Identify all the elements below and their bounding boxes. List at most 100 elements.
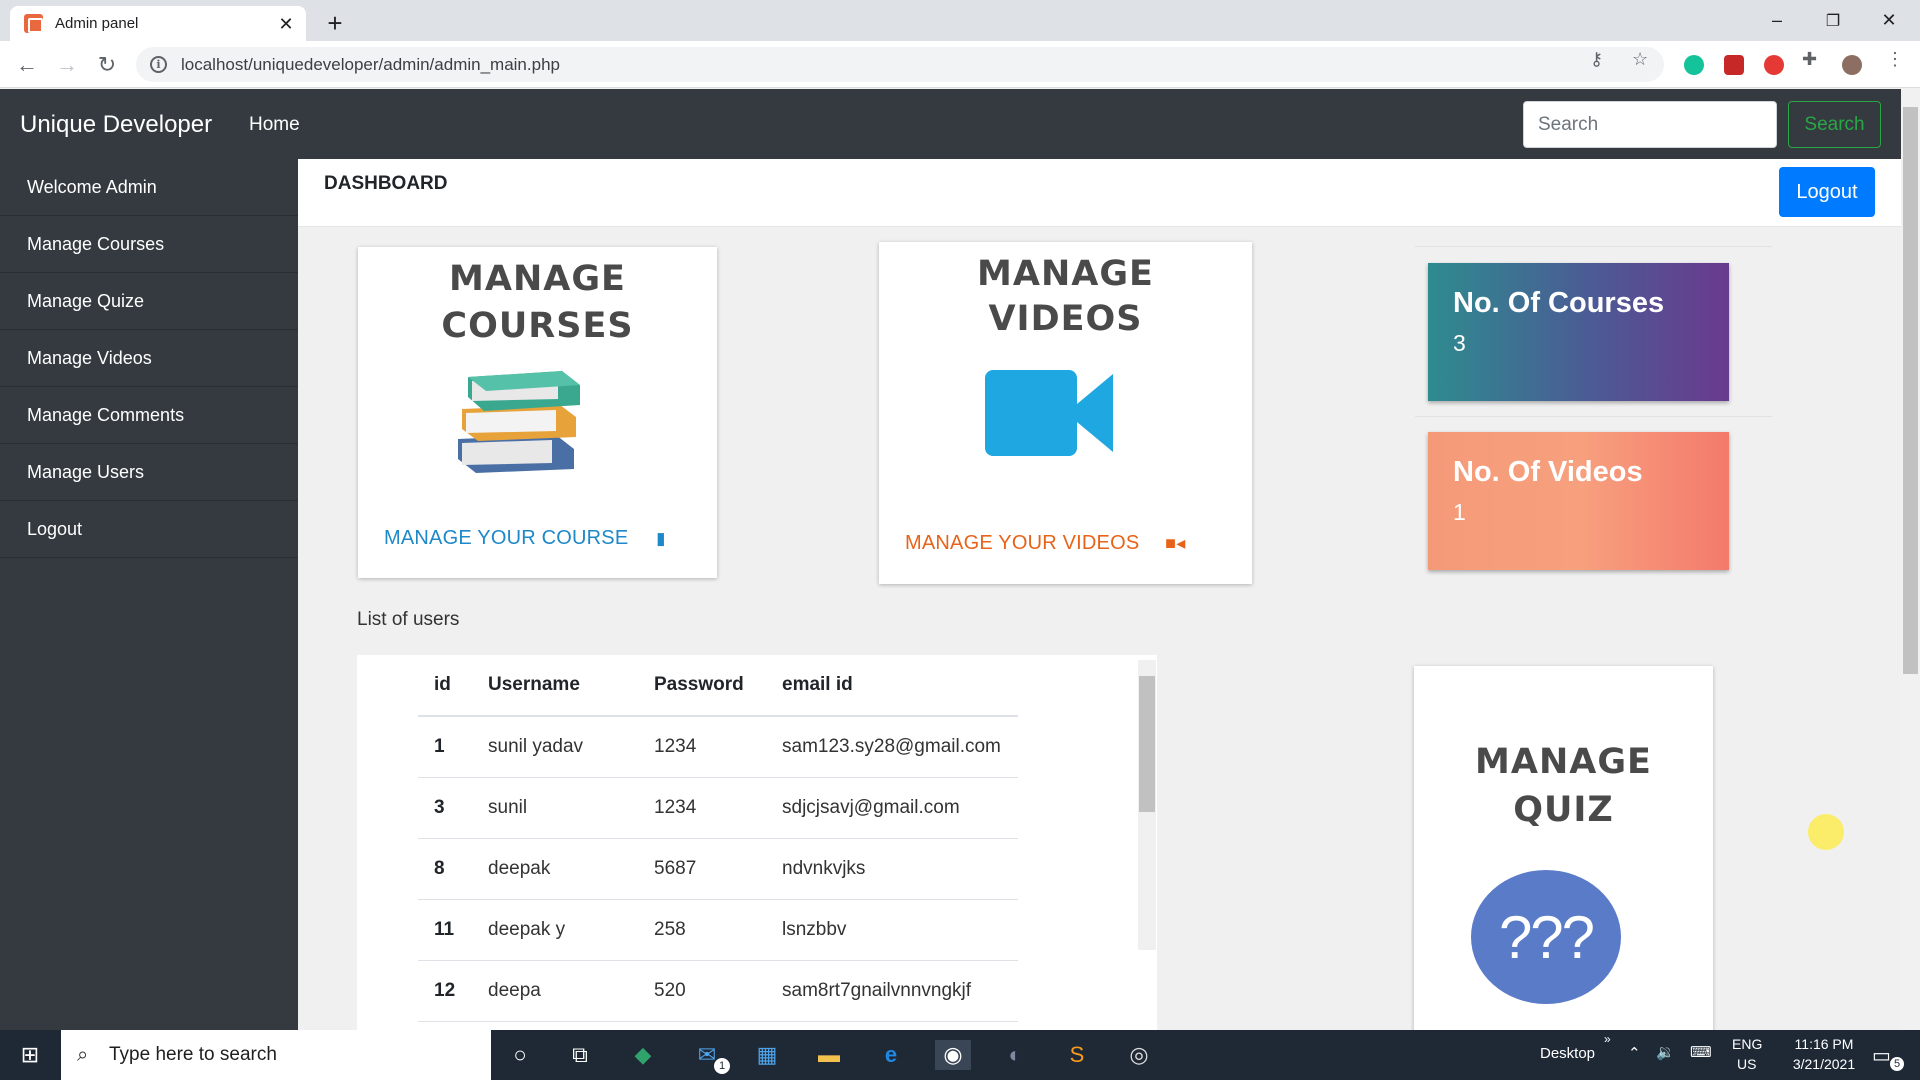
bookmark-star-icon[interactable]: ☆: [1632, 49, 1648, 70]
divider: [1415, 246, 1772, 247]
sidebar-item-manage-quize[interactable]: Manage Quize: [0, 273, 298, 330]
search-input[interactable]: [1523, 101, 1777, 148]
chrome-icon[interactable]: ◉: [935, 1040, 971, 1070]
cell-username: deepa: [472, 960, 638, 1022]
manage-your-course-link[interactable]: MANAGE YOUR COURSE ▮: [384, 527, 666, 550]
users-list-title: List of users: [357, 609, 460, 630]
windows-start-icon[interactable]: ⊞: [15, 1040, 45, 1070]
divider: [1415, 416, 1772, 417]
url-text[interactable]: localhost/uniquedeveloper/admin/admin_ma…: [181, 55, 560, 75]
top-navbar: Unique Developer Home Search: [0, 89, 1901, 159]
page-scrollbar-thumb[interactable]: [1903, 107, 1918, 674]
card-heading-line-2: COURSES: [441, 306, 634, 346]
taskbar-search-box[interactable]: ⌕ Type here to search: [61, 1030, 491, 1080]
cell-password: 5687: [638, 838, 766, 900]
minimize-window-icon[interactable]: –: [1750, 0, 1804, 41]
small-video-camera-icon: ■◂: [1165, 533, 1186, 553]
close-tab-icon[interactable]: ✕: [276, 14, 296, 34]
browser-tab-strip: Admin panel ✕ + – ❐ ✕: [0, 0, 1920, 41]
sidebar-item-manage-comments[interactable]: Manage Comments: [0, 387, 298, 444]
address-bar-row: ← → ↻ i localhost/uniquedeveloper/admin/…: [0, 41, 1920, 88]
search-button[interactable]: Search: [1788, 101, 1881, 148]
site-info-icon[interactable]: i: [150, 56, 167, 73]
windows-taskbar: ⊞ ⌕ Type here to search ○ ⧉ ◆ ✉ 1 ▦ ▬ e …: [0, 1030, 1920, 1080]
reload-icon[interactable]: ↻: [92, 50, 122, 80]
users-table-container: id Username Password email id 1 sunil ya…: [357, 655, 1157, 1030]
manage-your-videos-link[interactable]: MANAGE YOUR VIDEOS ■◂: [905, 532, 1185, 555]
notification-count-badge: 5: [1890, 1057, 1904, 1071]
users-table: id Username Password email id 1 sunil ya…: [418, 655, 1018, 1022]
column-header: Username: [472, 655, 638, 717]
search-icon: ⌕: [77, 1043, 89, 1066]
cell-username: sunil yadav: [472, 716, 638, 778]
table-row: 3 sunil 1234 sdjcjsavj@gmail.com: [418, 777, 1018, 839]
key-icon[interactable]: ⚷: [1590, 49, 1603, 70]
manage-quiz-card[interactable]: MANAGE QUIZ ???: [1414, 666, 1713, 1030]
sidebar-item-manage-courses[interactable]: Manage Courses: [0, 216, 298, 273]
sidebar-item-manage-users[interactable]: Manage Users: [0, 444, 298, 501]
logout-button[interactable]: Logout: [1779, 167, 1875, 217]
forward-icon[interactable]: →: [52, 50, 82, 80]
obs-icon[interactable]: ◎: [1124, 1040, 1154, 1070]
cortana-icon[interactable]: ○: [505, 1040, 535, 1070]
sidebar-item-manage-videos[interactable]: Manage Videos: [0, 330, 298, 387]
notification-center-icon[interactable]: ▭: [1872, 1043, 1891, 1068]
table-row: 1 sunil yadav 1234 sam123.sy28@gmail.com: [418, 716, 1018, 778]
clock-time[interactable]: 11:16 PM: [1782, 1036, 1866, 1052]
omnibox[interactable]: i localhost/uniquedeveloper/admin/admin_…: [136, 47, 1664, 82]
books-stack-icon: [458, 371, 580, 473]
volume-icon[interactable]: 🔉: [1656, 1043, 1675, 1061]
table-row: 11 deepak y 258 lsnzbbv: [418, 899, 1018, 961]
region-indicator[interactable]: US: [1737, 1056, 1756, 1072]
file-explorer-icon[interactable]: ▬: [814, 1040, 844, 1070]
cell-password: 1234: [638, 716, 766, 778]
column-header: id: [418, 655, 472, 717]
profile-avatar[interactable]: [1842, 55, 1862, 75]
cell-id: 12: [418, 960, 472, 1022]
quiz-question-marks-icon: ???: [1471, 870, 1621, 1004]
new-tab-button[interactable]: +: [318, 8, 352, 38]
close-window-icon[interactable]: ✕: [1862, 0, 1916, 41]
cell-id: 1: [418, 716, 472, 778]
store-icon[interactable]: ▦: [752, 1040, 782, 1070]
nav-home-link[interactable]: Home: [249, 114, 300, 136]
overflow-chevron-icon[interactable]: »: [1604, 1032, 1611, 1046]
ublock-extension-icon[interactable]: [1724, 55, 1744, 75]
browser-tab[interactable]: Admin panel ✕: [10, 6, 306, 41]
restore-window-icon[interactable]: ❐: [1806, 0, 1860, 41]
grammarly-extension-icon[interactable]: [1684, 55, 1704, 75]
mail-extension-icon[interactable]: [1764, 55, 1784, 75]
eclipse-icon[interactable]: ◐: [1000, 1040, 1030, 1070]
cell-password: 1234: [638, 777, 766, 839]
sublime-text-icon[interactable]: S: [1062, 1040, 1092, 1070]
cell-id: 3: [418, 777, 472, 839]
card-heading-line-1: MANAGE: [1475, 742, 1652, 782]
page-title: DASHBOARD: [324, 173, 448, 194]
show-hidden-icons-icon[interactable]: ⌃: [1628, 1044, 1641, 1062]
keyboard-icon[interactable]: ⌨: [1690, 1043, 1712, 1061]
cell-username: sunil: [472, 777, 638, 839]
mouse-cursor-highlight: [1808, 814, 1844, 850]
table-scrollbar-thumb[interactable]: [1139, 676, 1155, 812]
internet-explorer-icon[interactable]: e: [876, 1040, 906, 1070]
desktop-toolbar-label[interactable]: Desktop: [1540, 1045, 1595, 1062]
sidebar-item-welcome-admin[interactable]: Welcome Admin: [0, 159, 298, 216]
manage-videos-card[interactable]: MANAGE VIDEOS MANAGE YOUR VIDEOS ■◂: [879, 242, 1252, 584]
cell-id: 8: [418, 838, 472, 900]
clock-date[interactable]: 3/21/2021: [1782, 1056, 1866, 1072]
column-header: email id: [766, 655, 1018, 717]
app-icon[interactable]: ◆: [628, 1040, 658, 1070]
cell-email: ndvnkvjks: [766, 838, 1018, 900]
language-indicator[interactable]: ENG: [1732, 1036, 1762, 1052]
extensions-puzzle-icon[interactable]: ✚: [1802, 49, 1817, 70]
brand-link[interactable]: Unique Developer: [20, 111, 212, 139]
browser-menu-icon[interactable]: ⋮: [1886, 49, 1904, 70]
book-icon: ▮: [656, 529, 666, 548]
sidebar-item-logout[interactable]: Logout: [0, 501, 298, 558]
task-view-icon[interactable]: ⧉: [565, 1040, 595, 1070]
cell-password: 520: [638, 960, 766, 1022]
manage-courses-card[interactable]: MANAGE COURSES MANAGE YOUR COURSE ▮: [358, 247, 717, 578]
back-icon[interactable]: ←: [12, 50, 42, 80]
cell-username: deepak: [472, 838, 638, 900]
manage-your-videos-label: MANAGE YOUR VIDEOS: [905, 532, 1140, 554]
